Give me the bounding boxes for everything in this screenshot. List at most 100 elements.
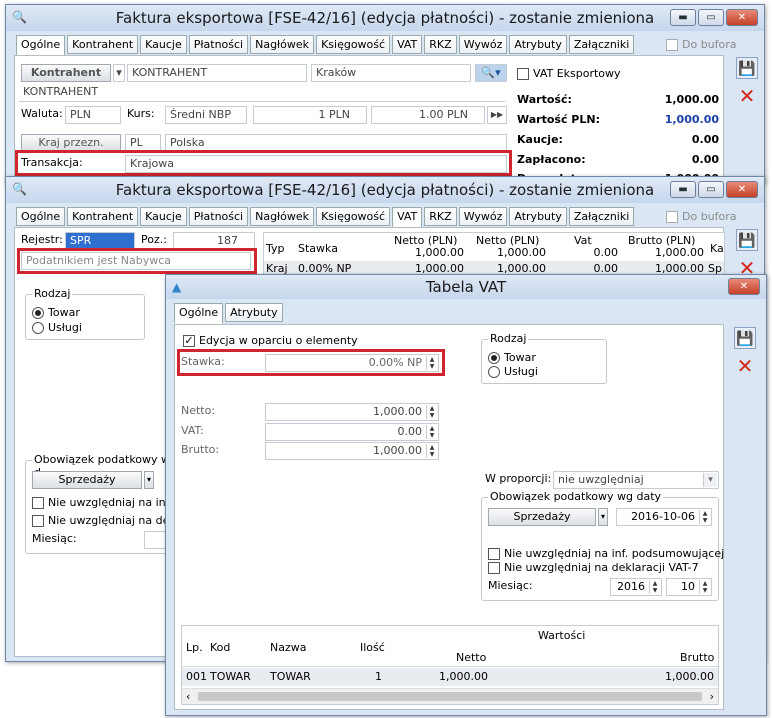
save-icon[interactable]: 💾 xyxy=(736,229,758,251)
radio-uslugi[interactable]: Usługi xyxy=(488,364,538,380)
proporcji-label: W proporcji: xyxy=(485,472,552,485)
save-icon[interactable]: 💾 xyxy=(736,57,758,79)
minimize-button[interactable]: ▬ xyxy=(670,9,696,26)
scroll-left-icon[interactable]: ‹ xyxy=(186,690,190,703)
highlight-stawka xyxy=(177,349,445,376)
tab-kaucje[interactable]: Kaucje xyxy=(140,207,187,226)
rate-field-1[interactable]: 1 PLN xyxy=(253,106,367,124)
rate-field-2[interactable]: 1.00 PLN xyxy=(371,106,485,124)
miesiac-month-field[interactable]: 10 ▲ ▼ xyxy=(666,578,712,596)
tab-kontrahent[interactable]: Kontrahent xyxy=(67,35,139,54)
brutto-field[interactable]: 1,000.00 ▲ ▼ xyxy=(265,442,439,460)
grid-sub-netto: 1,000.00 xyxy=(415,246,464,259)
window-titlebar[interactable]: 🔍 Faktura eksportowa [FSE-42/16] (edycja… xyxy=(6,5,764,31)
month-spinner[interactable]: ▲ ▼ xyxy=(699,580,710,594)
tab-wywoz[interactable]: Wywóz xyxy=(458,35,508,54)
rejestr-label: Rejestr: xyxy=(21,233,63,246)
tab-naglowek[interactable]: Nagłówek xyxy=(250,35,315,54)
tab-kaucje[interactable]: Kaucje xyxy=(140,35,187,54)
do-bufora-checkbox[interactable]: Do bufora xyxy=(666,37,737,53)
sprzedazy-button[interactable]: Sprzedaży xyxy=(488,508,596,526)
maximize-button[interactable]: ▭ xyxy=(698,181,724,198)
delete-icon[interactable]: ✕ xyxy=(736,85,758,107)
tab-kontrahent[interactable]: Kontrahent xyxy=(67,207,139,226)
brutto-spinner[interactable]: ▲ ▼ xyxy=(426,444,437,458)
window-title: Faktura eksportowa [FSE-42/16] (edycja p… xyxy=(115,181,655,199)
netto-label: Netto: xyxy=(181,404,216,417)
scroll-right-icon[interactable]: › xyxy=(710,690,714,703)
sprzedazy-dropdown[interactable]: ▾ xyxy=(598,508,608,526)
table-row[interactable]: 001 TOWAR TOWAR 1 1,000.00 1,000.00 xyxy=(182,668,718,686)
tab-atrybuty[interactable]: Atrybuty xyxy=(509,35,567,54)
vat-field[interactable]: 0.00 ▲ ▼ xyxy=(265,423,439,441)
kurs-label: Kurs: xyxy=(127,107,155,120)
tab-vat[interactable]: VAT xyxy=(392,207,423,228)
kontrahent-button[interactable]: Kontrahent xyxy=(21,64,111,82)
col-header-lp: Lp. xyxy=(186,641,203,654)
tab-ogolne[interactable]: Ogólne xyxy=(16,35,66,56)
kontrahent-name-field[interactable]: KONTRAHENT xyxy=(19,84,505,102)
horizontal-scrollbar[interactable]: ‹ › xyxy=(182,688,718,704)
col-header-kod: Kod xyxy=(210,641,231,654)
close-button[interactable]: ✕ xyxy=(726,181,758,198)
waluta-select[interactable]: PLN xyxy=(65,106,121,124)
proporcji-select[interactable]: nie uwzględniaj ▾ xyxy=(553,471,719,489)
tab-ksiegowosc[interactable]: Księgowość xyxy=(316,35,391,54)
tab-ogolne[interactable]: Ogólne xyxy=(16,207,66,226)
sprzedazy-dropdown[interactable]: ▾ xyxy=(144,471,154,489)
minimize-button[interactable]: ▬ xyxy=(670,181,696,198)
tab-vat[interactable]: VAT xyxy=(392,35,423,54)
tab-naglowek[interactable]: Nagłówek xyxy=(250,207,315,226)
delete-icon[interactable]: ✕ xyxy=(734,355,756,377)
chevron-down-icon: ▾ xyxy=(703,473,717,487)
do-bufora-checkbox[interactable]: Do bufora xyxy=(666,209,737,225)
window-controls: ▬ ▭ ✕ xyxy=(670,9,758,26)
window-titlebar[interactable]: ▲ Tabela VAT ✕ xyxy=(166,275,766,299)
vat-spinner[interactable]: ▲ ▼ xyxy=(426,425,437,439)
nie-dekl-checkbox[interactable]: Nie uwzględniaj na deklaracji VAT-7 xyxy=(488,560,699,576)
window-controls: ✕ xyxy=(728,278,760,295)
sum-value-wartosc: 1,000.00 xyxy=(664,93,719,106)
tab-ogolne[interactable]: Ogólne xyxy=(174,303,224,324)
window-titlebar[interactable]: 🔍 Faktura eksportowa [FSE-42/16] (edycja… xyxy=(6,177,764,203)
tab-rkz[interactable]: RKZ xyxy=(424,207,457,226)
kurs-select[interactable]: Średni NBP xyxy=(165,106,247,124)
kontrahent-code-field[interactable]: KONTRAHENT xyxy=(127,64,307,82)
tab-atrybuty[interactable]: Atrybuty xyxy=(225,303,283,322)
sum-value-kaucje: 0.00 xyxy=(691,133,719,146)
date-field[interactable]: 2016-10-06 ▲ ▼ xyxy=(616,508,712,526)
rate-next-button[interactable]: ▶▶ xyxy=(487,106,507,124)
tab-rkz[interactable]: RKZ xyxy=(424,35,457,54)
tab-zalaczniki[interactable]: Załączniki xyxy=(568,35,635,54)
window-controls: ▬ ▭ ✕ xyxy=(670,181,758,198)
save-icon[interactable]: 💾 xyxy=(734,327,756,349)
tab-wywoz[interactable]: Wywóz xyxy=(458,207,508,226)
grid-sub-vat: 0.00 xyxy=(593,246,619,259)
cell-brutto: 1,000.00 xyxy=(665,670,714,683)
close-button[interactable]: ✕ xyxy=(728,278,760,295)
tab-zalaczniki[interactable]: Załączniki xyxy=(568,207,635,226)
date-spinner[interactable]: ▲ ▼ xyxy=(699,510,710,524)
kontrahent-city-field[interactable]: Kraków xyxy=(311,64,471,82)
rodzaj-title: Rodzaj xyxy=(32,287,73,300)
tab-platnosci[interactable]: Płatności xyxy=(188,207,249,226)
close-button[interactable]: ✕ xyxy=(726,9,758,26)
kontrahent-search-button[interactable]: 🔍▾ xyxy=(475,64,507,82)
maximize-button[interactable]: ▭ xyxy=(698,9,724,26)
vat-eksportowy-checkbox[interactable]: VAT Eksportowy xyxy=(517,66,621,82)
tab-ksiegowosc[interactable]: Księgowość xyxy=(316,207,391,226)
tab-atrybuty[interactable]: Atrybuty xyxy=(509,207,567,226)
radio-uslugi[interactable]: Usługi xyxy=(32,320,82,336)
radio-towar[interactable]: Towar xyxy=(32,305,80,321)
col-header-brutto: Brutto xyxy=(680,651,715,664)
netto-field[interactable]: 1,000.00 ▲ ▼ xyxy=(265,403,439,421)
netto-spinner[interactable]: ▲ ▼ xyxy=(426,405,437,419)
header-divider xyxy=(182,666,718,667)
scroll-thumb[interactable] xyxy=(198,692,702,701)
tab-platnosci[interactable]: Płatności xyxy=(188,35,249,54)
kontrahent-dropdown[interactable]: ▾ xyxy=(113,64,125,82)
sprzedazy-button[interactable]: Sprzedaży xyxy=(32,471,142,489)
miesiac-year-field[interactable]: 2016 ▲ ▼ xyxy=(610,578,662,596)
edycja-checkbox[interactable]: ✓ Edycja w oparciu o elementy xyxy=(183,333,358,349)
year-spinner[interactable]: ▲ ▼ xyxy=(649,580,660,594)
